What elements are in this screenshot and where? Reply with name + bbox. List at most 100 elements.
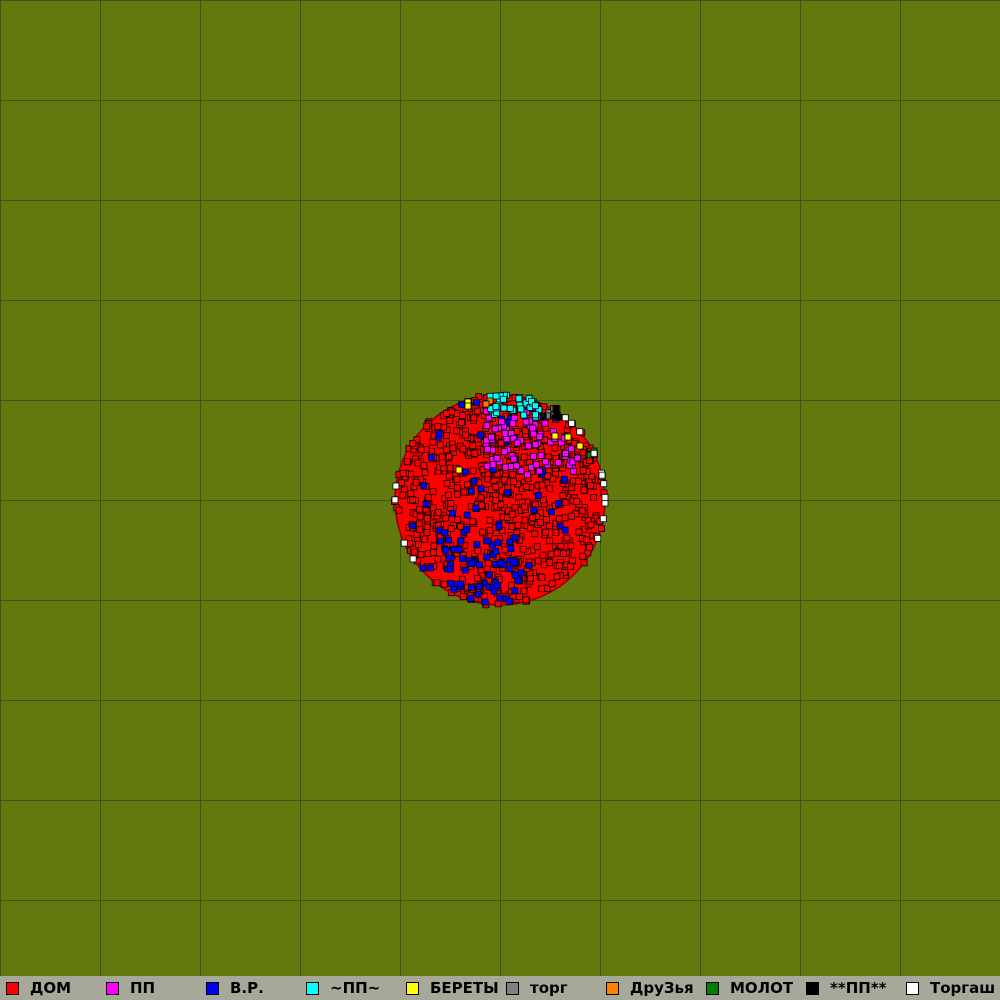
territory-cell-dom[interactable] (446, 464, 454, 472)
territory-cell-torgash[interactable] (568, 419, 576, 427)
territory-cell-dom[interactable] (580, 486, 588, 494)
territory-cell-dom[interactable] (403, 458, 411, 466)
territory-cell-dom[interactable] (443, 446, 450, 454)
territory-cell-dom[interactable] (514, 521, 522, 529)
territory-cell-vr[interactable] (504, 488, 512, 496)
legend-item-molot[interactable]: МОЛОТ (700, 976, 800, 1000)
territory-cell-dom[interactable] (537, 519, 544, 526)
territory-cell-dom[interactable] (539, 551, 547, 559)
territory-cell-pp[interactable] (536, 433, 544, 441)
territory-cell-dom[interactable] (409, 440, 417, 447)
territory-cell-dom[interactable] (508, 510, 516, 518)
territory-cell-dom[interactable] (421, 535, 429, 543)
territory-cell-tilde-pp[interactable] (492, 403, 500, 410)
territory-cell-dom[interactable] (484, 559, 492, 567)
territory-cell-dom[interactable] (423, 529, 431, 536)
territory-cell-dom[interactable] (415, 540, 422, 548)
territory-cell-vr[interactable] (506, 597, 514, 605)
territory-cell-vr[interactable] (462, 468, 469, 476)
territory-cell-pp[interactable] (500, 448, 508, 456)
territory-cell-dom[interactable] (574, 477, 582, 485)
territory-cell-vr[interactable] (476, 561, 483, 569)
territory-cell-torgash[interactable] (391, 496, 399, 504)
territory-cell-dom[interactable] (470, 414, 478, 422)
territory-cell-vr[interactable] (525, 561, 533, 569)
territory-cell-vr[interactable] (427, 564, 434, 572)
territory-cell-tilde-pp[interactable] (531, 402, 539, 410)
territory-cell-tilde-pp[interactable] (515, 395, 523, 403)
territory-cell-dom[interactable] (443, 432, 450, 440)
territory-cell-pp[interactable] (574, 454, 581, 462)
territory-cell-dom[interactable] (442, 514, 450, 522)
territory-cell-pp[interactable] (483, 462, 491, 470)
territory-cell-pp[interactable] (513, 462, 520, 470)
territory-cell-vr[interactable] (507, 545, 515, 553)
territory-cell-dom[interactable] (575, 528, 583, 536)
world-map[interactable] (0, 0, 1000, 976)
territory-cell-dom[interactable] (492, 496, 500, 504)
territory-cell-dom[interactable] (546, 537, 554, 545)
territory-cell-dom[interactable] (583, 536, 591, 544)
territory-cell-vr[interactable] (506, 538, 514, 546)
territory-cell-dom[interactable] (434, 423, 442, 431)
territory-cell-dom[interactable] (443, 479, 451, 487)
territory-cell-dom[interactable] (399, 491, 407, 499)
territory-cell-dom[interactable] (458, 412, 466, 419)
territory-cell-pp[interactable] (510, 455, 518, 463)
territory-cell-tilde-pp[interactable] (520, 411, 528, 419)
territory-cell-star-pp[interactable] (552, 404, 560, 412)
territory-cell-dom[interactable] (546, 559, 554, 567)
territory-cell-vr[interactable] (458, 401, 466, 409)
territory-cell-dom[interactable] (587, 521, 595, 529)
territory-cell-pp[interactable] (567, 445, 575, 453)
territory-cell-vr[interactable] (511, 587, 519, 595)
territory-cell-dom[interactable] (443, 410, 450, 418)
territory-cell-dom[interactable] (469, 518, 477, 525)
territory-cell-pp[interactable] (570, 467, 577, 475)
territory-cell-dom[interactable] (500, 476, 508, 484)
territory-cell-torgash[interactable] (561, 414, 569, 422)
territory-cell-dom[interactable] (416, 526, 424, 533)
territory-cell-torgash[interactable] (599, 515, 607, 523)
territory-cell-dom[interactable] (561, 514, 569, 522)
territory-cell-dom[interactable] (501, 546, 509, 554)
territory-cell-dom[interactable] (416, 505, 424, 513)
territory-cell-vr[interactable] (509, 559, 517, 567)
territory-cell-vr[interactable] (555, 500, 562, 507)
territory-cell-dom[interactable] (479, 528, 487, 536)
territory-cell-dom[interactable] (515, 593, 523, 600)
territory-cell-dom[interactable] (555, 562, 563, 570)
territory-cell-dom[interactable] (469, 467, 477, 475)
territory-cell-torgash[interactable] (576, 428, 584, 436)
territory-cell-dom[interactable] (540, 561, 548, 569)
territory-cell-dom[interactable] (598, 525, 605, 532)
territory-cell-dom[interactable] (580, 559, 588, 567)
territory-cell-vr[interactable] (475, 583, 483, 591)
territory-cell-pp[interactable] (532, 461, 540, 469)
territory-cell-vr[interactable] (472, 504, 480, 512)
territory-cell-dom[interactable] (428, 447, 436, 455)
territory-cell-dom[interactable] (439, 459, 447, 467)
territory-cell-dom[interactable] (438, 453, 446, 461)
legend-item-torg[interactable]: торг (500, 976, 600, 1000)
territory-cell-vr[interactable] (497, 559, 505, 567)
territory-cell-vr[interactable] (463, 526, 471, 533)
territory-cell-dom[interactable] (457, 522, 465, 530)
territory-cell-dom[interactable] (460, 488, 468, 496)
territory-cell-vr[interactable] (483, 537, 491, 545)
territory-cell-dom[interactable] (430, 542, 438, 550)
territory-cell-vr[interactable] (517, 569, 525, 577)
territory-cell-vr[interactable] (419, 564, 427, 572)
territory-cell-vr[interactable] (473, 399, 480, 406)
territory-cell-dom[interactable] (469, 442, 477, 450)
territory-cell-torgash[interactable] (600, 480, 608, 488)
territory-cell-torgash[interactable] (598, 471, 606, 479)
territory-cell-vr[interactable] (457, 537, 465, 545)
territory-cell-dom[interactable] (424, 494, 432, 501)
territory-cell-pp[interactable] (554, 459, 562, 466)
territory-cell-torgash[interactable] (601, 499, 609, 507)
territory-cell-pp[interactable] (484, 445, 491, 453)
territory-cell-star-pp[interactable] (539, 413, 547, 420)
territory-cell-dom[interactable] (538, 574, 546, 581)
territory-cell-dom[interactable] (546, 485, 554, 493)
